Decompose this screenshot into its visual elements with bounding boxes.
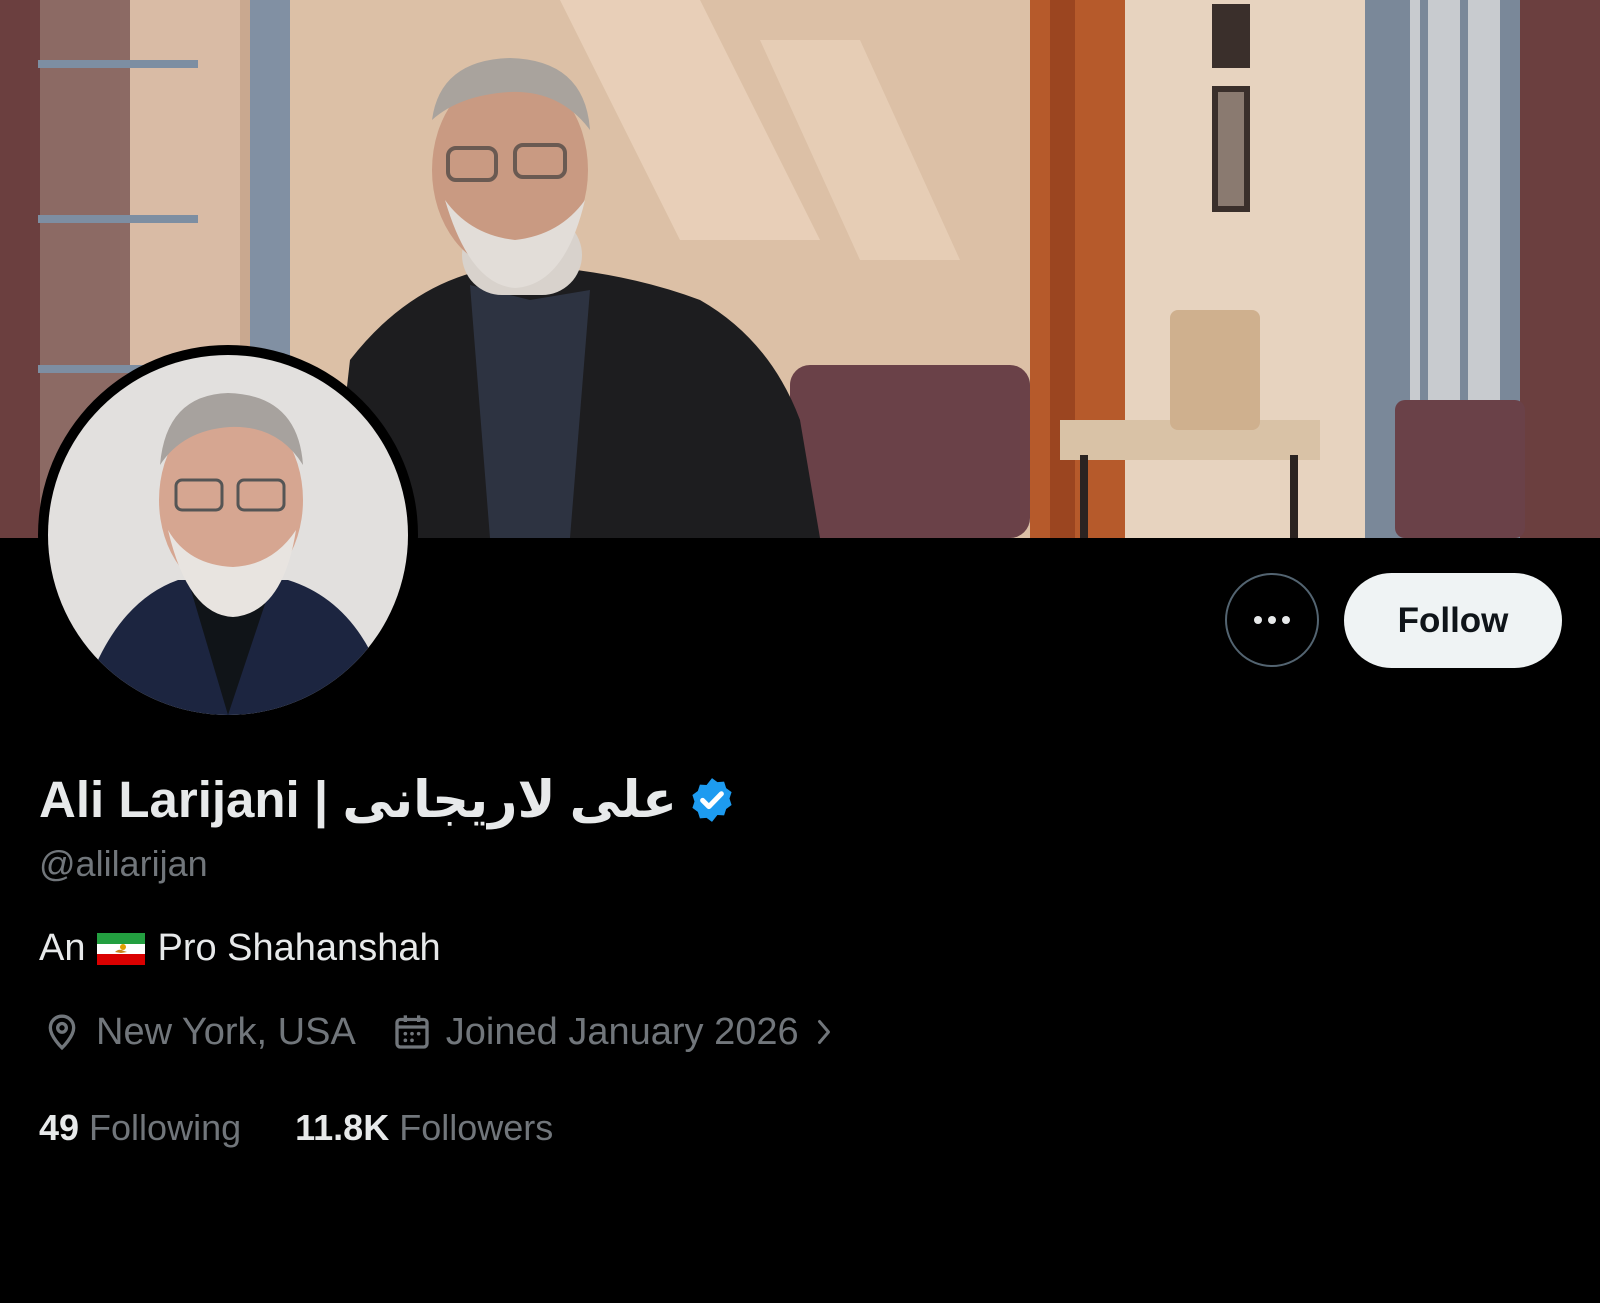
profile-meta-row: New York, USA Joined January 2026 bbox=[42, 1010, 835, 1054]
more-options-button[interactable] bbox=[1225, 573, 1319, 667]
display-name: Ali Larijani | علی لاریجانی bbox=[39, 771, 677, 828]
profile-avatar[interactable] bbox=[38, 345, 418, 725]
follow-button[interactable]: Follow bbox=[1344, 573, 1562, 668]
iran-lion-and-sun-flag-icon bbox=[97, 932, 146, 965]
location-item: New York, USA bbox=[42, 1010, 356, 1054]
follow-button-label: Follow bbox=[1397, 600, 1509, 640]
following-count: 49 bbox=[39, 1107, 80, 1148]
avatar-photo bbox=[48, 355, 408, 715]
following-label: Following bbox=[89, 1107, 242, 1148]
more-dots-icon bbox=[1254, 616, 1290, 624]
profile-handle: @alilarijan bbox=[39, 843, 208, 884]
bio-prefix: An bbox=[39, 927, 86, 969]
joined-item[interactable]: Joined January 2026 bbox=[392, 1011, 835, 1054]
calendar-icon bbox=[395, 1015, 429, 1049]
location-pin-icon bbox=[48, 1014, 76, 1051]
followers-label: Followers bbox=[399, 1107, 554, 1148]
profile-name-row: Ali Larijani | علی لاریجانی bbox=[39, 768, 737, 832]
profile-bio: An Pro Shahanshah bbox=[39, 927, 441, 970]
bio-suffix: Pro Shahanshah bbox=[157, 927, 441, 969]
followers-link[interactable]: 11.8K Followers bbox=[295, 1107, 553, 1149]
following-link[interactable]: 49 Following bbox=[39, 1107, 241, 1149]
joined-text: Joined January 2026 bbox=[445, 1010, 799, 1053]
followers-count: 11.8K bbox=[295, 1107, 390, 1148]
profile-stats-row: 49 Following 11.8K Followers bbox=[39, 1107, 607, 1149]
location-text: New York, USA bbox=[96, 1010, 356, 1053]
verified-badge-icon[interactable] bbox=[687, 775, 737, 825]
chevron-right-icon bbox=[817, 1020, 830, 1044]
